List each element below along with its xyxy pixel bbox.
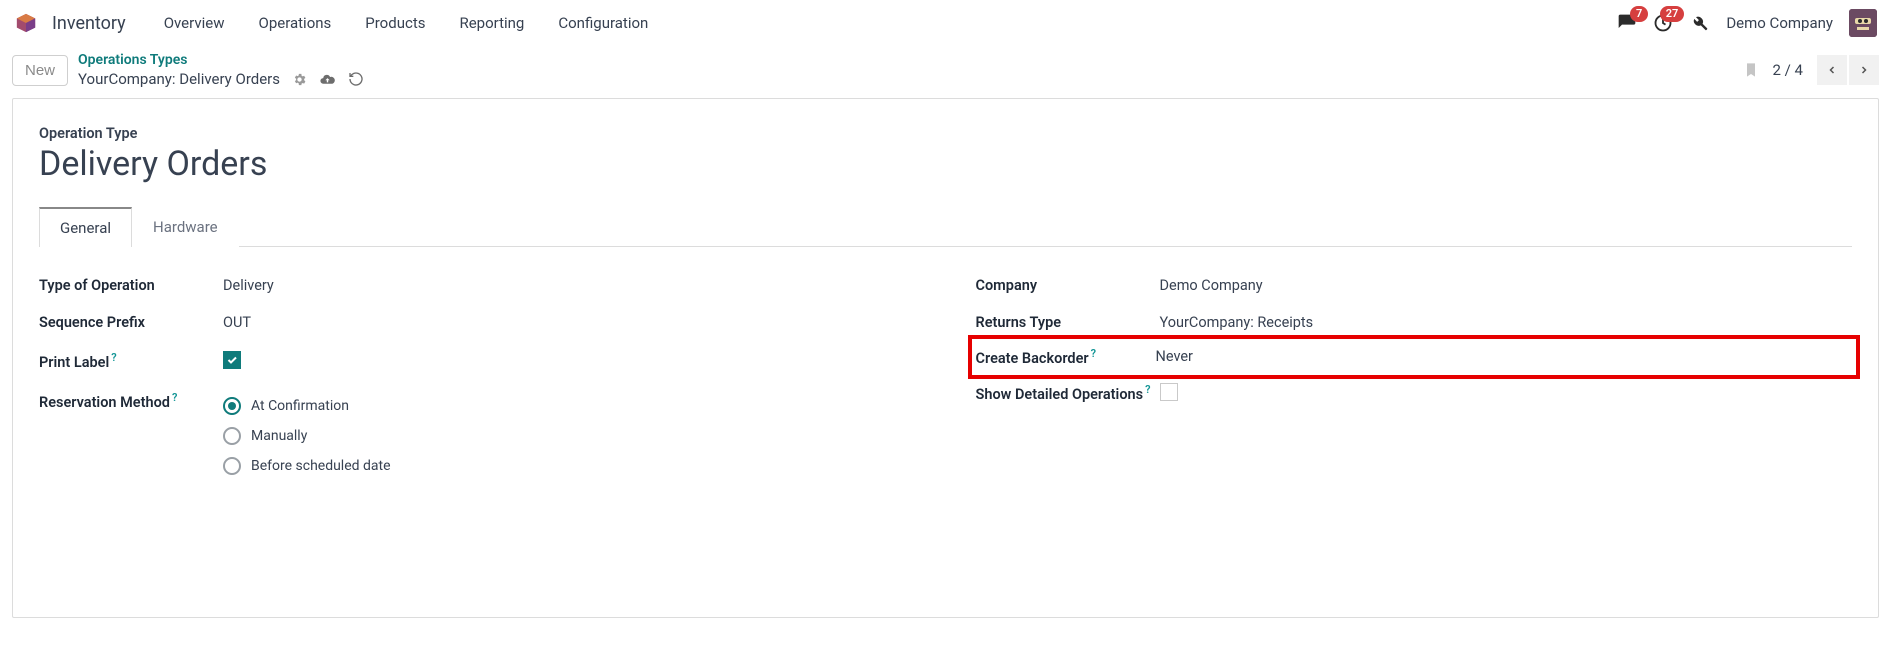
pager-prev[interactable] bbox=[1817, 55, 1847, 85]
radio-group-reservation: At Confirmation Manually Before schedule… bbox=[223, 391, 916, 481]
label-show-detailed: Show Detailed Operations? bbox=[976, 383, 1156, 403]
form-col-right: Company Demo Company Returns Type YourCo… bbox=[976, 267, 1853, 491]
label-sequence-prefix: Sequence Prefix bbox=[39, 314, 219, 331]
new-button[interactable]: New bbox=[12, 55, 68, 86]
radio-on-icon bbox=[223, 397, 241, 415]
breadcrumb-link[interactable]: Operations Types bbox=[78, 52, 364, 68]
menu-operations[interactable]: Operations bbox=[245, 6, 346, 40]
menu-overview[interactable]: Overview bbox=[150, 6, 239, 40]
activities-badge: 27 bbox=[1660, 6, 1685, 22]
label-create-backorder: Create Backorder? bbox=[976, 347, 1156, 367]
checkbox-print-label[interactable] bbox=[223, 351, 241, 369]
app-logo-icon[interactable] bbox=[14, 11, 38, 35]
gear-icon[interactable] bbox=[292, 72, 307, 87]
record-title[interactable]: Delivery Orders bbox=[39, 144, 1852, 184]
help-icon[interactable]: ? bbox=[1145, 383, 1150, 396]
bookmark-icon[interactable] bbox=[1743, 60, 1759, 80]
help-icon[interactable]: ? bbox=[172, 391, 177, 404]
label-operation-type: Operation Type bbox=[39, 125, 1852, 142]
menu-products[interactable]: Products bbox=[351, 6, 439, 40]
radio-before-scheduled[interactable]: Before scheduled date bbox=[223, 451, 916, 481]
pager-text[interactable]: 2 / 4 bbox=[1773, 61, 1804, 79]
breadcrumb-title: YourCompany: Delivery Orders bbox=[78, 70, 280, 88]
tabs: General Hardware bbox=[39, 206, 1852, 247]
radio-off-icon bbox=[223, 457, 241, 475]
messages-badge: 7 bbox=[1630, 6, 1648, 22]
value-create-backorder[interactable]: Never bbox=[1156, 348, 1853, 365]
label-returns-type: Returns Type bbox=[976, 314, 1156, 331]
menu-configuration[interactable]: Configuration bbox=[544, 6, 662, 40]
menu-reporting[interactable]: Reporting bbox=[445, 6, 538, 40]
company-switcher[interactable]: Demo Company bbox=[1726, 14, 1833, 32]
radio-off-icon bbox=[223, 427, 241, 445]
tools-icon[interactable] bbox=[1684, 8, 1714, 38]
value-company[interactable]: Demo Company bbox=[1160, 277, 1853, 294]
breadcrumb-row: New Operations Types YourCompany: Delive… bbox=[0, 46, 1891, 98]
value-returns-type[interactable]: YourCompany: Receipts bbox=[1160, 314, 1853, 331]
messages-icon[interactable]: 7 bbox=[1612, 8, 1642, 38]
label-reservation-method: Reservation Method? bbox=[39, 391, 219, 411]
undo-icon[interactable] bbox=[348, 71, 364, 87]
pager-next[interactable] bbox=[1849, 55, 1879, 85]
radio-at-confirmation[interactable]: At Confirmation bbox=[223, 391, 916, 421]
help-icon[interactable]: ? bbox=[111, 351, 116, 364]
label-print-label: Print Label? bbox=[39, 351, 219, 371]
checkbox-show-detailed[interactable] bbox=[1160, 383, 1178, 401]
radio-manually[interactable]: Manually bbox=[223, 421, 916, 451]
help-icon[interactable]: ? bbox=[1091, 347, 1096, 360]
value-type-of-operation[interactable]: Delivery bbox=[223, 277, 916, 294]
label-type-of-operation: Type of Operation bbox=[39, 277, 219, 294]
activities-icon[interactable]: 27 bbox=[1648, 8, 1678, 38]
avatar[interactable] bbox=[1849, 9, 1877, 37]
label-company: Company bbox=[976, 277, 1156, 294]
value-sequence-prefix[interactable]: OUT bbox=[223, 314, 916, 331]
form-col-left: Type of Operation Delivery Sequence Pref… bbox=[39, 267, 916, 491]
form-sheet: Operation Type Delivery Orders General H… bbox=[12, 98, 1879, 618]
tab-hardware[interactable]: Hardware bbox=[132, 207, 239, 247]
topnav: Inventory Overview Operations Products R… bbox=[0, 0, 1891, 46]
app-name[interactable]: Inventory bbox=[52, 13, 126, 34]
cloud-upload-icon[interactable] bbox=[319, 71, 336, 88]
tab-general[interactable]: General bbox=[39, 207, 132, 247]
